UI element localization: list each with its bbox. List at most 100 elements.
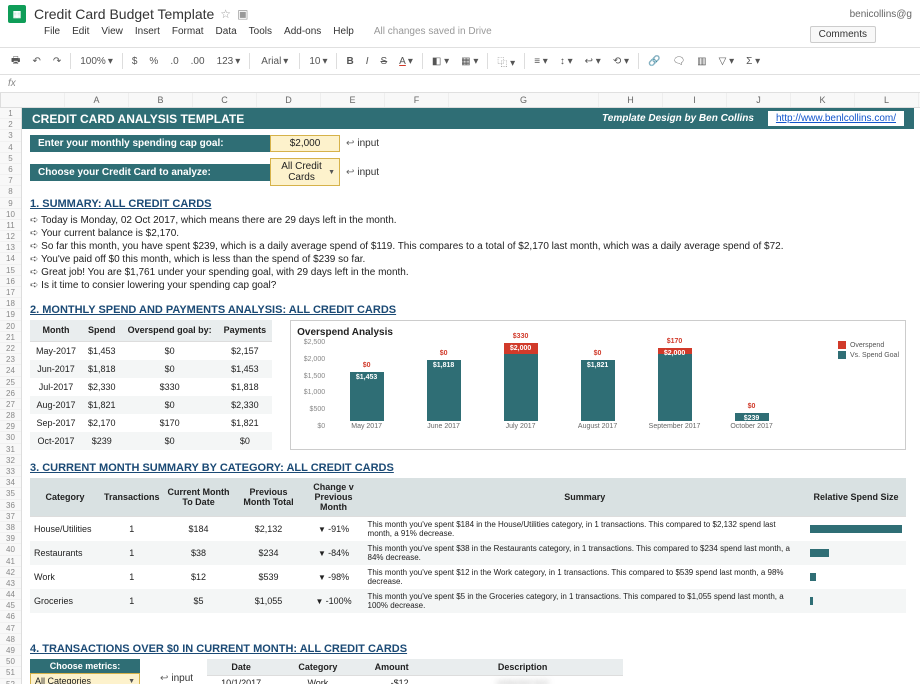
category-summary-table: Category Transactions Current Month To D… bbox=[30, 478, 906, 613]
overspend-chart: Overspend Analysis Overspend Vs. Spend G… bbox=[290, 320, 906, 450]
chart-title: Overspend Analysis bbox=[297, 327, 899, 338]
menu-edit[interactable]: Edit bbox=[72, 26, 89, 43]
bold-icon[interactable]: B bbox=[343, 54, 356, 69]
borders-icon[interactable]: ▦ ▾ bbox=[458, 54, 481, 69]
col-A[interactable]: A bbox=[65, 93, 129, 107]
dec-dec-icon[interactable]: .0 bbox=[167, 54, 181, 69]
toolbar: 🖶 ↶ ↷ 100% ▾ $ % .0 .00 123 ▾ Arial ▾ 10… bbox=[0, 47, 920, 75]
col-D[interactable]: D bbox=[257, 93, 321, 107]
menu-help[interactable]: Help bbox=[333, 26, 354, 43]
card-input-row: Choose your Credit Card to analyze: All … bbox=[30, 158, 914, 186]
col-C[interactable]: C bbox=[193, 93, 257, 107]
menu-bar: File Edit View Insert Format Data Tools … bbox=[0, 26, 920, 47]
sheet-content[interactable]: CREDIT CARD ANALYSIS TEMPLATE Template D… bbox=[22, 108, 920, 684]
template-header: CREDIT CARD ANALYSIS TEMPLATE Template D… bbox=[22, 108, 914, 129]
menu-addons[interactable]: Add-ons bbox=[284, 26, 321, 43]
col-K[interactable]: K bbox=[791, 93, 855, 107]
table-row[interactable]: Work1$12$539-98%This month you've spent … bbox=[30, 565, 906, 589]
col-gutter[interactable] bbox=[1, 93, 65, 107]
valign-icon[interactable]: ↕ ▾ bbox=[557, 54, 576, 69]
table-row[interactable]: May-2017$1,453$0$2,157 bbox=[30, 341, 272, 360]
sec4-heading: 4. TRANSACTIONS OVER $0 IN CURRENT MONTH… bbox=[30, 643, 914, 655]
col-L[interactable]: L bbox=[855, 93, 919, 107]
fill-icon[interactable]: ◧ ▾ bbox=[429, 54, 452, 69]
filter-icon[interactable]: ▽ ▾ bbox=[716, 54, 738, 69]
sec2-heading: 2. MONTHLY SPEND AND PAYMENTS ANALYSIS: … bbox=[30, 304, 914, 316]
card-hint: input bbox=[346, 167, 379, 178]
rotate-icon[interactable]: ⟲ ▾ bbox=[610, 54, 632, 69]
sec3-heading: 3. CURRENT MONTH SUMMARY BY CATEGORY: AL… bbox=[30, 462, 914, 474]
merge-icon[interactable]: ⿻ ▾ bbox=[494, 52, 518, 71]
col-B[interactable]: B bbox=[129, 93, 193, 107]
print-icon[interactable]: 🖶 bbox=[8, 51, 23, 72]
col-F[interactable]: F bbox=[385, 93, 449, 107]
save-status: All changes saved in Drive bbox=[374, 26, 492, 43]
wrap-icon[interactable]: ↩ ▾ bbox=[582, 54, 604, 69]
table-row[interactable]: Restaurants1$38$234-84%This month you've… bbox=[30, 541, 906, 565]
transactions-table: Date Category Amount Description 10/1/20… bbox=[207, 659, 623, 684]
goal-input[interactable]: $2,000 bbox=[270, 135, 340, 152]
undo-icon[interactable]: ↶ bbox=[29, 54, 43, 69]
font-select[interactable]: Arial ▾ bbox=[256, 54, 293, 69]
table-row[interactable]: Sep-2017$2,170$170$1,821 bbox=[30, 414, 272, 432]
menu-tools[interactable]: Tools bbox=[249, 26, 272, 43]
chevron-down-icon: ▼ bbox=[328, 169, 335, 176]
percent-icon[interactable]: % bbox=[146, 54, 161, 69]
redo-icon[interactable]: ↷ bbox=[50, 54, 64, 69]
th-month: Month bbox=[30, 320, 82, 341]
currency-icon[interactable]: $ bbox=[129, 54, 141, 69]
summary-line: Your current balance is $2,170. bbox=[30, 227, 914, 240]
th-over: Overspend goal by: bbox=[122, 320, 218, 341]
card-select[interactable]: All Credit Cards▼ bbox=[270, 158, 340, 186]
menu-insert[interactable]: Insert bbox=[135, 26, 160, 43]
functions-icon[interactable]: Σ ▾ bbox=[743, 54, 763, 69]
row-numbers: 1234567891011121314151617181920212223242… bbox=[0, 108, 22, 684]
summary-line: Is it time to consier lowering your spen… bbox=[30, 279, 914, 292]
italic-icon[interactable]: I bbox=[363, 54, 372, 69]
sec1-heading: 1. SUMMARY: ALL CREDIT CARDS bbox=[30, 198, 914, 210]
chart-icon[interactable]: ▥ bbox=[694, 54, 709, 69]
table-row[interactable]: Oct-2017$239$0$0 bbox=[30, 432, 272, 450]
col-H[interactable]: H bbox=[599, 93, 663, 107]
menu-format[interactable]: Format bbox=[172, 26, 204, 43]
title-bar: ▦ Credit Card Budget Template ☆ ▣ benico… bbox=[0, 0, 920, 26]
metric-category-select[interactable]: All Categories▼ bbox=[30, 673, 140, 684]
strike-icon[interactable]: S bbox=[378, 54, 391, 69]
inc-dec-icon[interactable]: .00 bbox=[188, 54, 208, 69]
menu-data[interactable]: Data bbox=[216, 26, 237, 43]
card-label: Choose your Credit Card to analyze: bbox=[30, 164, 270, 181]
table-row[interactable]: Jul-2017$2,330$330$1,818 bbox=[30, 378, 272, 396]
goal-label: Enter your monthly spending cap goal: bbox=[30, 135, 270, 152]
col-G[interactable]: G bbox=[449, 93, 599, 107]
metrics-heading: Choose metrics: bbox=[30, 659, 140, 673]
comment-icon[interactable]: 🗨 bbox=[669, 54, 688, 69]
doc-title[interactable]: Credit Card Budget Template bbox=[34, 6, 214, 22]
menu-view[interactable]: View bbox=[101, 26, 123, 43]
author-link[interactable]: http://www.benlcollins.com/ bbox=[768, 111, 904, 126]
sec1-bullets: Today is Monday, 02 Oct 2017, which mean… bbox=[30, 214, 914, 292]
col-J[interactable]: J bbox=[727, 93, 791, 107]
goal-hint: input bbox=[346, 138, 379, 149]
account-label[interactable]: benicollins@g bbox=[850, 9, 912, 20]
metric-hint: input bbox=[160, 673, 193, 684]
fontsize-select[interactable]: 10 ▾ bbox=[306, 54, 330, 69]
summary-line: Today is Monday, 02 Oct 2017, which mean… bbox=[30, 214, 914, 227]
col-E[interactable]: E bbox=[321, 93, 385, 107]
zoom-select[interactable]: 100% ▾ bbox=[77, 54, 116, 69]
link-icon[interactable]: 🔗 bbox=[645, 54, 663, 69]
folder-icon[interactable]: ▣ bbox=[237, 7, 248, 21]
halign-icon[interactable]: ≡ ▾ bbox=[531, 54, 551, 69]
table-row[interactable]: Jun-2017$1,818$0$1,453 bbox=[30, 360, 272, 378]
table-row[interactable]: House/Utilities1$184$2,132-91%This month… bbox=[30, 517, 906, 542]
template-design-credit: Template Design by Ben Collins bbox=[602, 113, 768, 124]
goal-input-row: Enter your monthly spending cap goal: $2… bbox=[30, 135, 914, 152]
menu-file[interactable]: File bbox=[44, 26, 60, 43]
textcolor-icon[interactable]: A ▾ bbox=[396, 54, 416, 69]
star-icon[interactable]: ☆ bbox=[220, 7, 231, 21]
col-I[interactable]: I bbox=[663, 93, 727, 107]
table-row[interactable]: Groceries1$5$1,055-100%This month you've… bbox=[30, 589, 906, 613]
formula-bar[interactable]: fx bbox=[0, 75, 920, 93]
comments-button[interactable]: Comments bbox=[810, 26, 876, 43]
format-number[interactable]: 123 ▾ bbox=[214, 54, 244, 69]
table-row[interactable]: Aug-2017$1,821$0$2,330 bbox=[30, 396, 272, 414]
